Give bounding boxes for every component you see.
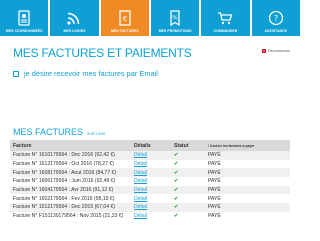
svg-text:€: € bbox=[123, 15, 127, 23]
column-header-status: Statut bbox=[171, 140, 205, 151]
invoice-cell: Facture N° 1604179564 : Avr 2016 (91,12 … bbox=[13, 187, 114, 194]
invoice-cell: Facture N° 1602179564 : Fev 2016 (95,19 … bbox=[13, 195, 115, 202]
column-header-details: Détails bbox=[134, 142, 151, 149]
nav-label: MES LIGNES bbox=[63, 29, 86, 33]
nav-label: COMMANDER bbox=[213, 29, 238, 33]
logout-label: Déconnexion bbox=[267, 49, 290, 53]
help-question-icon: ? bbox=[268, 10, 284, 26]
invoice-detail-link[interactable]: Détail bbox=[134, 204, 147, 210]
status-cell: PAYÉ bbox=[208, 187, 221, 194]
invoice-detail-link[interactable]: Détail bbox=[134, 170, 147, 176]
nav-mes-coordonnees[interactable]: MES COORDONNÉES bbox=[0, 0, 49, 36]
invoice-cell: Facture N° F151130179564 : Nov 2015 (21,… bbox=[13, 213, 124, 220]
table-row: Facture N° 1606179564 : Juin 2016 (92,49… bbox=[10, 177, 290, 186]
table-row: Facture N° F151130179564 : Nov 2015 (21,… bbox=[10, 212, 290, 221]
checkmark-icon: ✔ bbox=[174, 204, 179, 211]
nav-mes-lignes[interactable]: MES LIGNES bbox=[50, 0, 99, 36]
nav-assistance[interactable]: ? ASSISTANCE bbox=[251, 0, 300, 36]
table-row: Facture N° 1604179564 : Avr 2016 (91,12 … bbox=[10, 185, 290, 195]
checkbox-icon[interactable] bbox=[13, 70, 19, 77]
svg-text:%: % bbox=[172, 15, 178, 22]
checkmark-icon: ✔ bbox=[174, 152, 179, 159]
checkmark-icon: ✔ bbox=[174, 195, 179, 202]
section-subtitle: SUR 2 ANS bbox=[87, 132, 106, 136]
column-header-status-note: / Cochez les factures à payer bbox=[205, 140, 290, 151]
invoice-detail-link[interactable]: Détail bbox=[134, 196, 147, 202]
invoice-cell: Facture N° 1606179564 : Juin 2016 (92,49… bbox=[13, 178, 116, 185]
nav-label: MES PROMOTIONS bbox=[158, 29, 192, 33]
invoice-detail-link[interactable]: Détail bbox=[134, 187, 147, 193]
page-title: MES FACTURES ET PAIEMENTS bbox=[13, 46, 192, 60]
email-preference-option[interactable]: je désire recevoir mes factures par Emai… bbox=[13, 69, 158, 78]
status-header-label: Statut bbox=[174, 142, 189, 149]
invoice-cell: Facture N° 1610179564 : Dec 2016 (92,42 … bbox=[13, 152, 115, 159]
nav-mes-factures[interactable]: € MES FACTURES bbox=[100, 0, 149, 36]
checkmark-icon: ✔ bbox=[174, 187, 179, 194]
status-cell: PAYÉ bbox=[208, 152, 221, 159]
status-cell: PAYÉ bbox=[208, 178, 221, 185]
invoice-detail-link[interactable]: Détail bbox=[134, 178, 147, 184]
status-cell: PAYÉ bbox=[208, 169, 221, 176]
checkmark-icon: ✔ bbox=[174, 161, 179, 168]
invoice-cell: Facture N° 1612179564 : Oct 2016 (78,27 … bbox=[13, 161, 114, 168]
status-cell: PAYÉ bbox=[208, 213, 221, 220]
invoices-table: Facture Détails Statut / Cochez les fact… bbox=[10, 140, 290, 221]
tag-percent-icon: % bbox=[167, 10, 183, 26]
invoice-detail-link[interactable]: Détail bbox=[134, 213, 147, 219]
invoice-cell: Facture N° 1608179564 : Aout 2016 (84,77… bbox=[13, 169, 117, 176]
invoices-section-heading: MES FACTURES SUR 2 ANS bbox=[13, 127, 105, 137]
cart-icon bbox=[217, 10, 233, 26]
wifi-icon bbox=[66, 10, 82, 26]
section-title: MES FACTURES bbox=[13, 127, 84, 137]
nav-label: MES COORDONNÉES bbox=[5, 29, 43, 33]
column-header-invoice: Facture bbox=[13, 142, 32, 149]
table-row: Facture N° 1512179564 : Dec 2015 (67,04 … bbox=[10, 203, 290, 212]
checkmark-icon: ✔ bbox=[174, 169, 179, 176]
nav-label: ASSISTANCE bbox=[264, 29, 288, 33]
checkmark-icon: ✔ bbox=[174, 213, 179, 220]
invoice-euro-icon: € bbox=[117, 10, 133, 26]
status-cell: PAYÉ bbox=[208, 195, 221, 202]
invoice-cell: Facture N° 1512179564 : Dec 2015 (67,04 … bbox=[13, 204, 115, 211]
checkmark-icon: ✔ bbox=[174, 178, 179, 185]
status-cell: PAYÉ bbox=[208, 204, 221, 211]
table-row: Facture N° 1608179564 : Aout 2016 (84,77… bbox=[10, 168, 290, 178]
invoice-detail-link[interactable]: Détail bbox=[134, 161, 147, 167]
close-icon: ✕ bbox=[261, 49, 266, 53]
nav-mes-promotions[interactable]: % MES PROMOTIONS bbox=[150, 0, 200, 36]
table-row: Facture N° 1612179564 : Oct 2016 (78,27 … bbox=[10, 160, 290, 169]
invoice-detail-link[interactable]: Détail bbox=[134, 152, 147, 158]
table-header-row: Facture Détails Statut / Cochez les fact… bbox=[10, 140, 290, 151]
email-preference-label: je désire recevoir mes factures par Emai… bbox=[24, 69, 158, 78]
status-cell: PAYÉ bbox=[208, 161, 221, 168]
table-row: Facture N° 1602179564 : Fev 2016 (95,19 … bbox=[10, 194, 290, 203]
nav-commander[interactable]: COMMANDER bbox=[201, 0, 250, 36]
logout-link[interactable]: ✕ Déconnexion bbox=[261, 49, 290, 53]
table-row: Facture N° 1610179564 : Dec 2016 (92,42 … bbox=[10, 151, 290, 160]
status-header-note: / Cochez les factures à payer bbox=[208, 143, 255, 148]
id-card-icon bbox=[16, 10, 32, 26]
nav-label: MES FACTURES bbox=[110, 29, 139, 33]
svg-text:?: ? bbox=[274, 14, 278, 23]
main-nav: MES COORDONNÉES MES LIGNES € MES FACTURE… bbox=[0, 0, 300, 36]
